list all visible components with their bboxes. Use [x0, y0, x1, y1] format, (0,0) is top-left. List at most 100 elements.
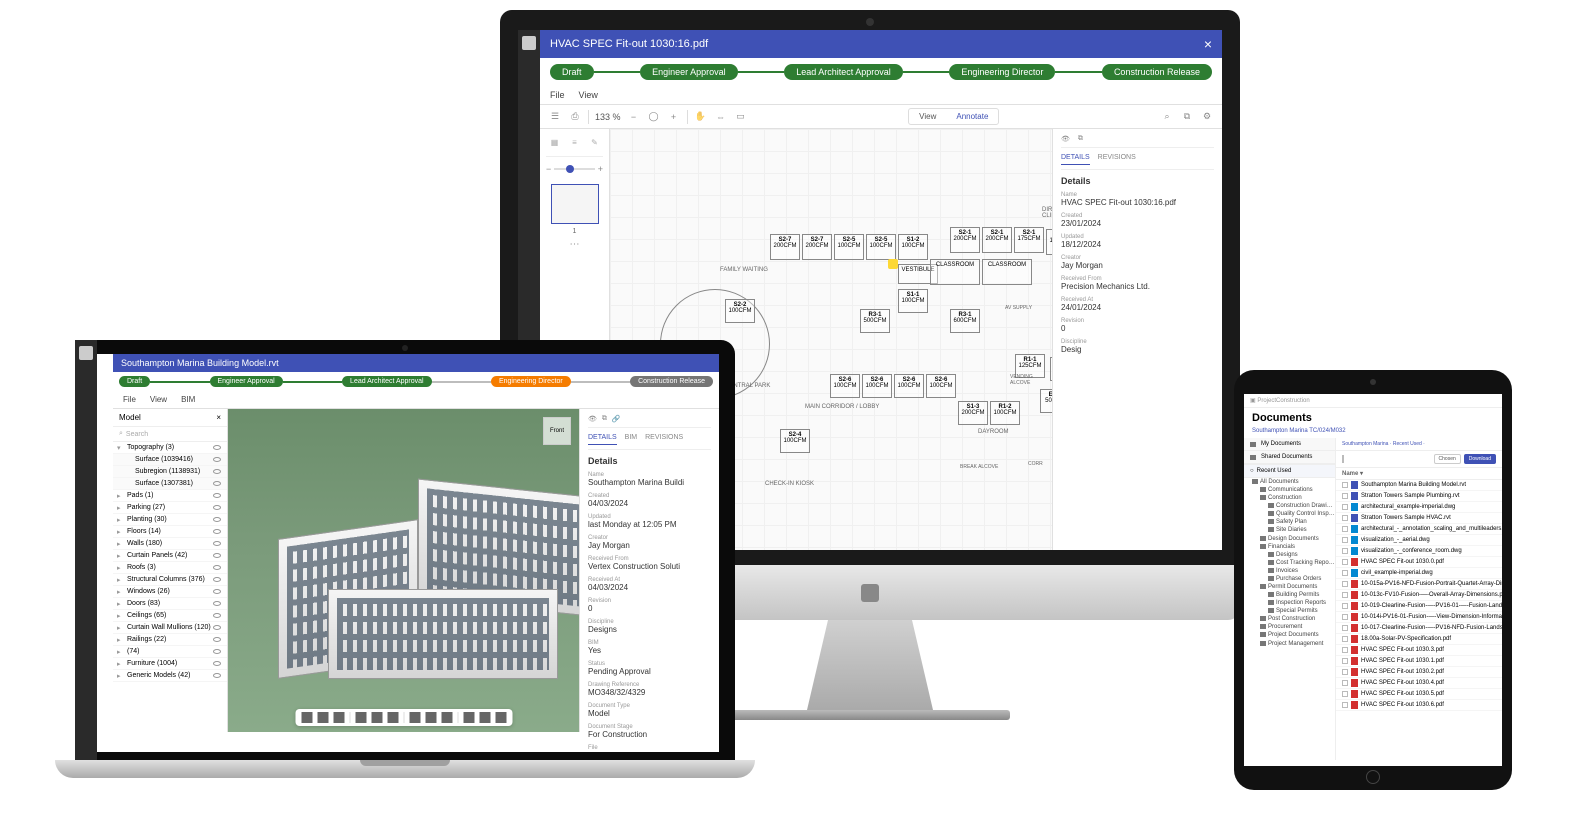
thumbs-tab-icon[interactable]: ▦ [548, 135, 562, 149]
reset-icon[interactable] [495, 712, 506, 723]
tree-row[interactable]: ▸Railings (22) [113, 634, 227, 646]
workflow-step[interactable]: Construction Release [1102, 64, 1212, 80]
file-row[interactable]: Stratton Towers Sample HVAC.rvt [1336, 513, 1502, 524]
row-checkbox[interactable] [1342, 669, 1348, 675]
eye-icon[interactable]: 👁 [588, 415, 597, 423]
workflow-step[interactable]: Lead Architect Approval [342, 376, 432, 387]
tree-row[interactable]: ▸Planting (30) [113, 514, 227, 526]
row-checkbox[interactable] [1342, 482, 1348, 488]
workflow-step[interactable]: Engineering Director [491, 376, 571, 387]
file-row[interactable]: HVAC SPEC Fit-out 1030.2.pdf [1336, 667, 1502, 678]
tree-row[interactable]: ▸Structural Columns (376) [113, 574, 227, 586]
file-row[interactable]: visualization_-_conference_room.dwg [1336, 546, 1502, 557]
page-thumbnail[interactable] [551, 184, 599, 224]
file-row[interactable]: HVAC SPEC Fit-out 1030.6.pdf [1336, 700, 1502, 711]
visibility-icon[interactable] [213, 601, 221, 606]
visibility-icon[interactable] [213, 625, 221, 630]
camera-icon[interactable] [479, 712, 490, 723]
file-row[interactable]: architectural_-_annotation_scaling_and_m… [1336, 524, 1502, 535]
tree-row[interactable]: ▸Parking (27) [113, 502, 227, 514]
close-icon[interactable]: × [1204, 36, 1212, 52]
tab-details[interactable]: DETAILS [1061, 154, 1090, 165]
tab-bim[interactable]: BIM [625, 434, 637, 445]
folder-item[interactable]: Special Permits [1244, 607, 1335, 615]
tree-row[interactable]: ▾Topography (3) [113, 442, 227, 454]
tree-row[interactable]: ▸Furniture (1004) [113, 658, 227, 670]
row-checkbox[interactable] [1342, 592, 1348, 598]
tree-row[interactable]: ▸Floors (14) [113, 526, 227, 538]
file-row[interactable]: HVAC SPEC Fit-out 1030.1.pdf [1336, 656, 1502, 667]
tree-row[interactable]: ▸Roofs (3) [113, 562, 227, 574]
mode-toggle[interactable]: View Annotate [908, 108, 999, 125]
section-icon[interactable] [355, 712, 366, 723]
visibility-icon[interactable] [213, 565, 221, 570]
settings-icon[interactable] [425, 712, 436, 723]
settings-icon[interactable]: ⚙ [1200, 110, 1214, 124]
row-checkbox[interactable] [1342, 559, 1348, 565]
file-row[interactable]: civil_example-imperial.dwg [1336, 568, 1502, 579]
copy-icon[interactable]: ⧉ [1180, 110, 1194, 124]
workflow-step[interactable]: Construction Release [630, 376, 713, 387]
tree-root-mydocs[interactable]: My Documents [1261, 441, 1301, 447]
folder-item[interactable]: Permit Documents [1244, 583, 1335, 591]
file-row[interactable]: HVAC SPEC Fit-out 1030.0.pdf [1336, 557, 1502, 568]
file-row[interactable]: HVAC SPEC Fit-out 1030.3.pdf [1336, 645, 1502, 656]
copy-icon[interactable]: ⧉ [602, 415, 607, 423]
tab-details[interactable]: DETAILS [588, 434, 617, 445]
row-checkbox[interactable] [1342, 680, 1348, 686]
visibility-icon[interactable] [213, 457, 221, 462]
zoom-reset-icon[interactable]: ◯ [647, 110, 661, 124]
visibility-icon[interactable] [213, 493, 221, 498]
visibility-icon[interactable] [213, 673, 221, 678]
tree-row[interactable]: ▸ (74) [113, 646, 227, 658]
viewcube-icon[interactable]: Front [543, 417, 571, 445]
folder-item[interactable]: Communications [1244, 486, 1335, 494]
row-checkbox[interactable] [1342, 548, 1348, 554]
folder-item[interactable]: Building Permits [1244, 591, 1335, 599]
tree-row[interactable]: ▸Doors (83) [113, 598, 227, 610]
tree-row[interactable]: Surface (1307381) [113, 478, 227, 490]
file-row[interactable]: visualization_-_aerial.dwg [1336, 535, 1502, 546]
visibility-icon[interactable] [213, 553, 221, 558]
visibility-icon[interactable] [213, 661, 221, 666]
tree-row[interactable]: ▸Windows (26) [113, 586, 227, 598]
zoom-icon[interactable] [333, 712, 344, 723]
visibility-icon[interactable] [213, 481, 221, 486]
tree-row[interactable]: ▸Pads (1) [113, 490, 227, 502]
breadcrumb[interactable]: Southampton Marina TC/024/M032 [1244, 428, 1502, 438]
search-icon[interactable]: ⌕ [1160, 110, 1174, 124]
folder-item[interactable]: Cost Tracking Reports [1244, 559, 1335, 567]
folder-item[interactable]: Procurement [1244, 623, 1335, 631]
model-tree[interactable]: ▾Topography (3)Surface (1039416)Subregio… [113, 442, 227, 732]
row-checkbox[interactable] [1342, 625, 1348, 631]
download-button[interactable]: Download [1464, 454, 1496, 464]
file-row[interactable]: 10-019-Clearline-Fusion-—-PV16-01-—-Fusi… [1336, 601, 1502, 612]
visibility-icon[interactable] [213, 445, 221, 450]
menu-file[interactable]: File [550, 90, 565, 100]
explode-icon[interactable] [409, 712, 420, 723]
workflow-step[interactable]: Lead Architect Approval [784, 64, 903, 80]
workflow-step[interactable]: Engineer Approval [210, 376, 283, 387]
row-checkbox[interactable] [1342, 504, 1348, 510]
tree-row[interactable]: ▸Curtain Wall Mullions (120) [113, 622, 227, 634]
tree-row[interactable]: ▸Curtain Panels (42) [113, 550, 227, 562]
visibility-icon[interactable] [213, 649, 221, 654]
tree-row[interactable]: ▸Generic Models (42) [113, 670, 227, 682]
folder-item[interactable]: Post Construction [1244, 615, 1335, 623]
folder-item[interactable]: Safety Plan [1244, 518, 1335, 526]
menu-view[interactable]: View [579, 90, 598, 100]
bookmarks-tab-icon[interactable]: ✎ [588, 135, 602, 149]
workflow-step[interactable]: Draft [119, 376, 150, 387]
fit-width-icon[interactable]: ⇔ [714, 110, 728, 124]
visibility-icon[interactable] [213, 469, 221, 474]
folder-item[interactable]: Designs [1244, 551, 1335, 559]
annotation-note-icon[interactable] [888, 259, 898, 269]
rail-document-icon[interactable] [522, 36, 536, 50]
more-icon[interactable]: ⋯ [570, 239, 580, 250]
tree-row[interactable]: ▸Walls (180) [113, 538, 227, 550]
home-button[interactable] [1366, 770, 1380, 784]
folder-item[interactable]: Project Management [1244, 640, 1335, 648]
close-icon[interactable]: × [216, 413, 221, 422]
folder-item[interactable]: Construction Drawings [1244, 502, 1335, 510]
tree-row[interactable]: ▸Ceilings (65) [113, 610, 227, 622]
